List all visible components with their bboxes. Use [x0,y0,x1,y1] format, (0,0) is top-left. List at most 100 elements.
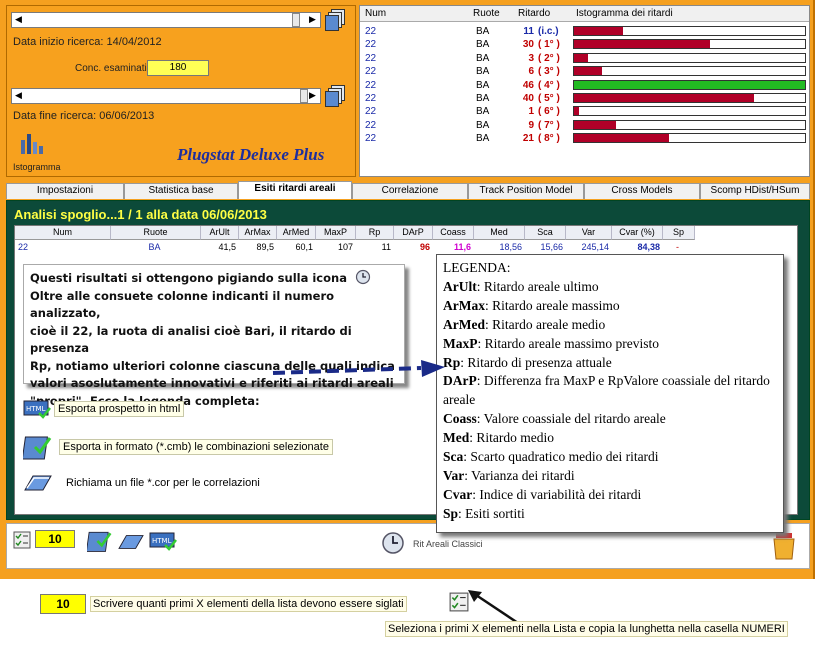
open-file-icon[interactable] [117,530,145,554]
legend-item: ArUlt: Ritardo areale ultimo [443,278,777,297]
tab-correlazione[interactable]: Correlazione [352,183,468,199]
tab-impostazioni[interactable]: Impostazioni [6,183,124,199]
grid-ritardo: 3 [528,52,534,64]
select-checklist-icon[interactable] [13,531,31,549]
slider-right-arrow-icon[interactable]: ▶ [309,90,316,101]
slider-thumb[interactable] [300,89,308,103]
cell-coass: 11,6 [453,242,471,252]
slider-right-arrow-icon[interactable]: ▶ [309,14,316,25]
grid-ruota: BA [476,79,490,91]
grid-ritardo: 1 [528,106,534,118]
open-file-icon[interactable] [23,470,53,496]
grid-row[interactable]: 22 BA 40 ( 5° ) [360,92,809,105]
grid-row[interactable]: 22 BA 1 ( 6° ) [360,105,809,118]
legend-key: ArMed [443,316,485,332]
col-header-cvar-[interactable]: Cvar (%) [612,226,663,240]
tab-esiti-ritardi-areali[interactable]: Esiti ritardi areali [238,181,352,199]
cell-var: 245,14 [581,242,609,252]
col-header-sp[interactable]: Sp [663,226,695,240]
grid-row[interactable]: 22 BA 21 ( 8° ) [360,132,809,145]
legend-value: : Ritardo areale massimo previsto [477,335,659,351]
conc-label: Conc. esaminati [75,63,147,74]
grid-ruota: BA [476,26,490,37]
grid-row[interactable]: 22 BA 30 ( 1° ) [360,38,809,51]
col-header-rp[interactable]: Rp [356,226,394,240]
slider-thumb[interactable] [292,13,300,27]
legend-key: Cvar [443,486,473,502]
grid-num: 22 [365,52,377,64]
grid-row[interactable]: 22 BA 11 (i.c.) [360,25,809,38]
mark-count-input[interactable]: 10 [40,594,86,614]
legend-value: : Ritardo areale medio [484,316,606,332]
svg-text:HTML: HTML [152,537,172,545]
load-cor-button[interactable]: Richiama un file *.cor per le correlazio… [63,476,263,490]
histogram-bar [573,26,806,36]
conc-input[interactable]: 180 [147,60,209,76]
legend-value: : Ritardo areale ultimo [476,278,599,294]
tab-statistica-base[interactable]: Statistica base [124,183,238,199]
slider-left-arrow-icon[interactable]: ◀ [15,90,22,101]
legend-key: DArP [443,373,477,389]
grid-row[interactable]: 22 BA 6 ( 3° ) [360,65,809,78]
export-cmb-icon[interactable] [23,433,53,461]
col-header-sca[interactable]: Sca [525,226,566,240]
grid-ritardo: 21 [522,133,534,145]
col-header-med[interactable]: Med [474,226,525,240]
clock-icon[interactable] [381,531,405,555]
cell-armed: 60,1 [295,242,313,252]
histogram-icon[interactable] [17,130,45,156]
grid-row[interactable]: 22 BA 3 ( 2° ) [360,52,809,65]
calendar-stack-icon[interactable] [325,9,345,31]
export-cmb-icon[interactable] [87,528,113,554]
histogram-bar [573,79,806,90]
histogram-bar [573,106,806,117]
grid-header-ritardo: Ritardo [518,8,551,19]
export-cmb-button[interactable]: Esporta in formato (*.cmb) le combinazio… [59,439,333,455]
grid-ruota: BA [476,119,490,131]
html-export-icon[interactable]: HTML [23,398,51,420]
html-export-icon[interactable]: HTML [149,530,177,552]
grid-header-ruote: Ruote [473,8,500,19]
cell-darp: 96 [419,242,430,252]
export-html-button[interactable]: Esporta prospetto in html [54,401,185,417]
tab-scomp-hdist-hsum[interactable]: Scomp HDist/HSum [700,183,810,199]
col-header-num[interactable]: Num [15,226,111,240]
legend-item: Rp: Ritardo di presenza attuale [443,354,777,373]
grid-row[interactable]: 22 BA 46 ( 4° ) [360,79,809,92]
histogram-bar-fill [574,94,755,102]
col-header-armax[interactable]: ArMax [239,226,277,240]
col-header-darp[interactable]: DArP [394,226,433,240]
cell-sca: 15,66 [540,242,563,252]
rit-areali-label[interactable]: Rit Areali Classici [413,539,483,549]
col-header-armed[interactable]: ArMed [277,226,316,240]
calendar-stack-icon[interactable] [325,85,345,107]
histogram-bar-fill [574,107,579,116]
arrow-to-icon [468,590,519,625]
grid-ritardo: 6 [528,66,534,78]
end-date-slider[interactable]: ◀ ▶ [11,88,321,104]
cell-rp: 11 [381,242,391,252]
col-header-arult[interactable]: ArUlt [201,226,239,240]
tab-track-position-model[interactable]: Track Position Model [468,183,584,199]
note-line: Oltre alle consuete colonne indicanti il… [30,288,335,321]
search-panel: ◀ ▶ Data inizio ricerca: 14/04/2012 Conc… [6,5,356,177]
col-header-coass[interactable]: Coass [433,226,474,240]
tab-cross-models[interactable]: Cross Models [584,183,700,199]
slider-left-arrow-icon[interactable]: ◀ [15,14,22,25]
svg-text:HTML: HTML [26,405,46,413]
col-header-ruote[interactable]: Ruote [111,226,201,240]
col-header-maxp[interactable]: MaxP [316,226,356,240]
trash-icon[interactable] [771,530,797,560]
grid-row[interactable]: 22 BA 9 ( 7° ) [360,119,809,132]
start-date-slider[interactable]: ◀ ▶ [11,12,321,28]
col-header-var[interactable]: Var [566,226,612,240]
histogram-bar [573,93,806,103]
cell-num: 22 [18,242,29,252]
legend-item: MaxP: Ritardo areale massimo previsto [443,335,777,354]
cell-armax: 89,5 [256,242,274,252]
legend-value: : Indice di variabilità dei ritardi [472,486,642,502]
count-input[interactable]: 10 [35,530,75,548]
grid-ruota: BA [476,93,490,104]
histogram-bar-fill [574,67,602,76]
legend-item: Coass: Valore coassiale del ritardo area… [443,410,777,429]
